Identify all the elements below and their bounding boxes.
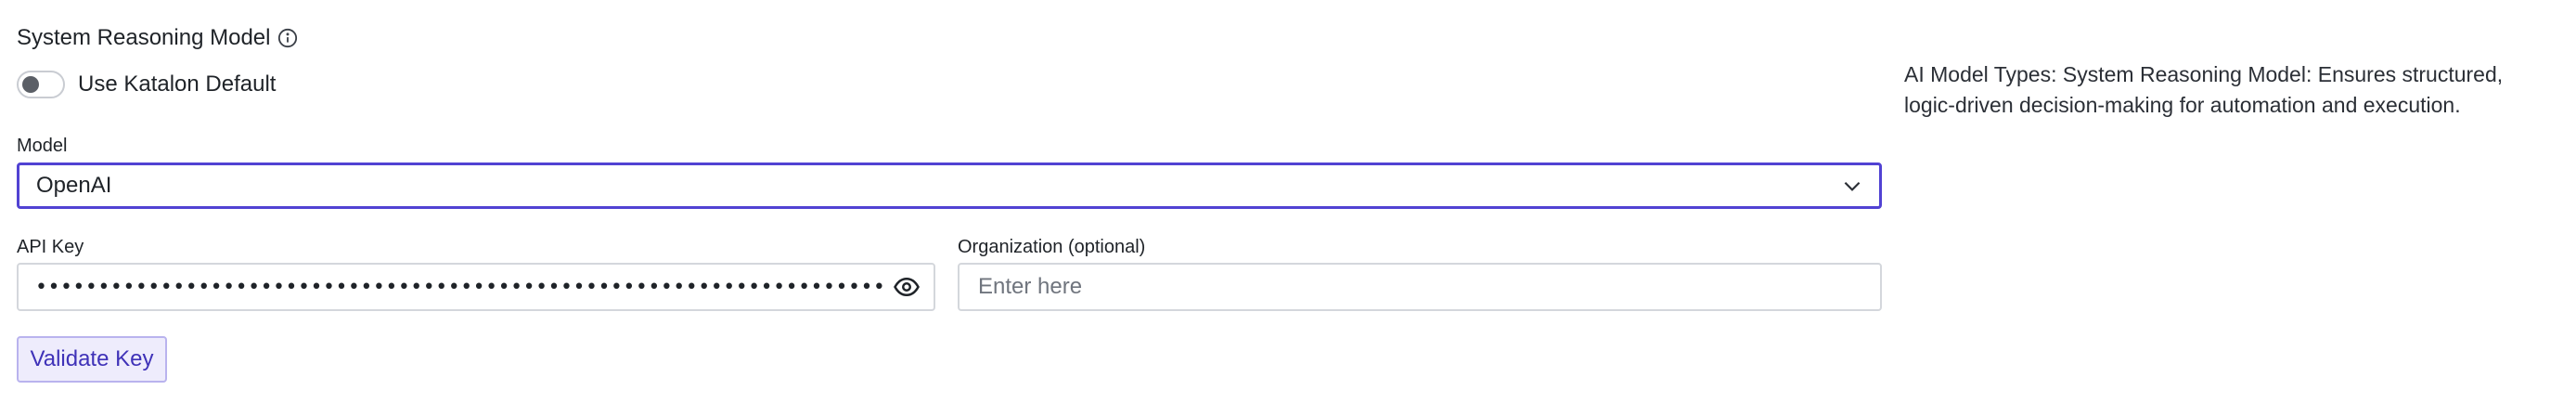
toggle-label: Use Katalon Default bbox=[78, 72, 277, 97]
model-types-help-text: AI Model Types: System Reasoning Model: … bbox=[1904, 62, 2504, 117]
use-default-toggle[interactable] bbox=[17, 71, 65, 98]
section-header: System Reasoning Model bbox=[17, 24, 298, 52]
organization-label: Organization (optional) bbox=[958, 237, 1146, 257]
eye-icon[interactable] bbox=[893, 273, 921, 301]
chevron-down-icon bbox=[1840, 174, 1864, 198]
validate-key-button[interactable]: Validate Key bbox=[17, 336, 167, 383]
model-select-value: OpenAI bbox=[36, 173, 112, 198]
toggle-knob bbox=[22, 76, 39, 93]
default-toggle-row: Use Katalon Default bbox=[17, 71, 276, 98]
section-title: System Reasoning Model bbox=[17, 25, 271, 50]
api-key-masked-value: ••••••••••••••••••••••••••••••••••••••••… bbox=[35, 275, 883, 299]
organization-input[interactable] bbox=[976, 273, 1863, 301]
model-select[interactable]: OpenAI bbox=[17, 162, 1882, 209]
api-key-label: API Key bbox=[17, 237, 84, 257]
api-key-field[interactable]: ••••••••••••••••••••••••••••••••••••••••… bbox=[17, 263, 935, 311]
organization-field[interactable] bbox=[958, 263, 1882, 311]
info-icon[interactable] bbox=[277, 28, 298, 48]
model-label: Model bbox=[17, 136, 68, 156]
